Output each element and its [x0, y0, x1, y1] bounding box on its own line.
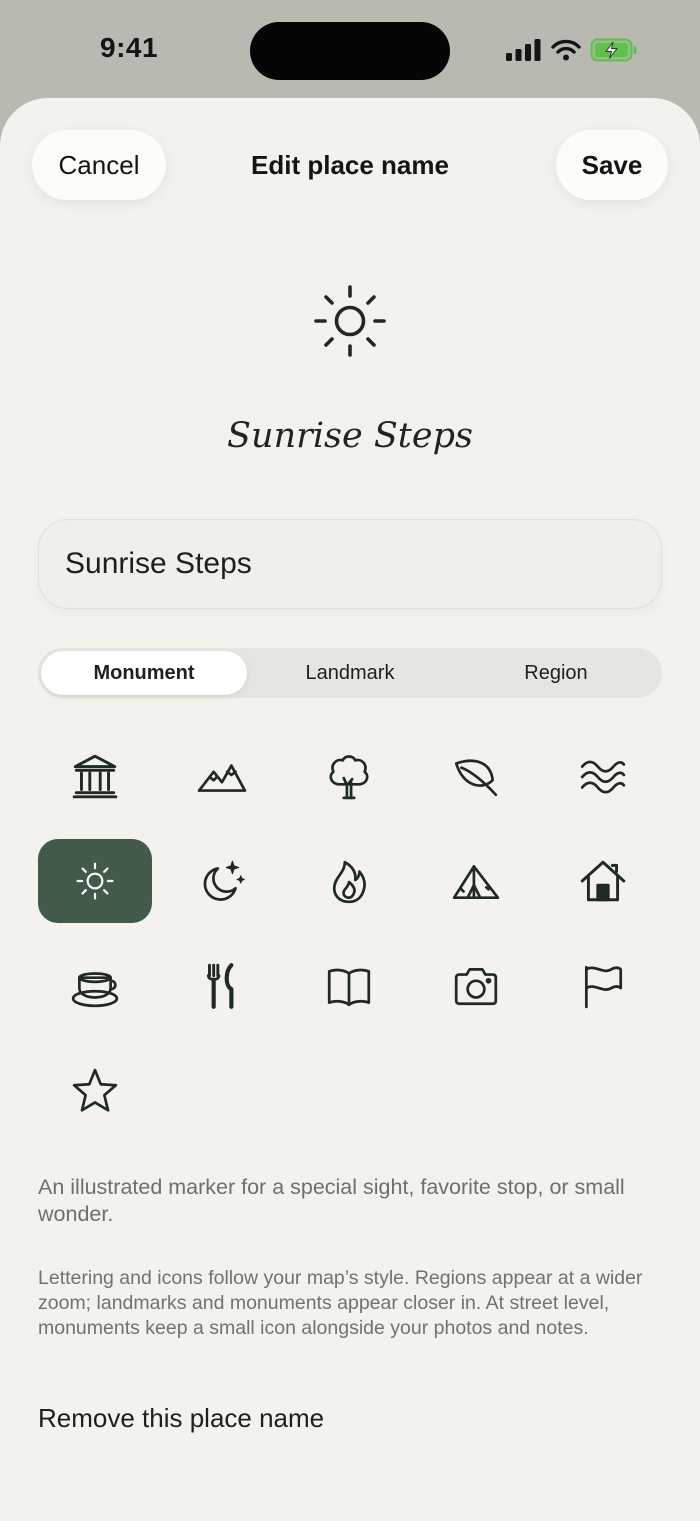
icon-option-mountains[interactable]: [165, 734, 279, 818]
sun-icon: [76, 862, 114, 900]
icon-option-star[interactable]: [38, 1049, 152, 1133]
icon-option-teacup[interactable]: [38, 944, 152, 1028]
status-bar: 9:41: [0, 0, 700, 100]
icon-option-camera[interactable]: [419, 944, 533, 1028]
camera-icon: [454, 967, 498, 1006]
icon-option-tent[interactable]: [419, 839, 533, 923]
status-time: 9:41: [100, 32, 159, 63]
dynamic-island: [250, 22, 450, 80]
icon-option-moon-stars[interactable]: [165, 839, 279, 923]
place-type-segmented-control: Monument Landmark Region: [38, 648, 662, 698]
place-name-preview: Sunrise Steps: [227, 416, 473, 456]
icon-option-flame[interactable]: [292, 839, 406, 923]
segment-region[interactable]: Region: [453, 651, 659, 695]
place-name-input[interactable]: Sunrise Steps: [38, 519, 662, 609]
edit-place-sheet: Cancel Edit place name Save Sunrise Step…: [0, 98, 700, 1521]
bank-icon: [72, 754, 118, 799]
tree-icon: [329, 755, 369, 800]
icon-option-bank[interactable]: [38, 734, 152, 818]
tent-icon: [452, 865, 500, 900]
leaf-icon: [454, 759, 498, 797]
segment-landmark[interactable]: Landmark: [247, 651, 453, 695]
cellular-signal-icon: [506, 39, 541, 61]
icon-option-leaf[interactable]: [419, 734, 533, 818]
sun-icon: [314, 285, 386, 357]
remove-place-name-button[interactable]: Remove this place name: [38, 1403, 324, 1434]
flame-icon: [332, 860, 366, 904]
style-note: Lettering and icons follow your map’s st…: [38, 1267, 643, 1339]
icon-picker-grid: [38, 734, 678, 1133]
teacup-icon: [71, 972, 119, 1008]
icon-option-house[interactable]: [546, 839, 660, 923]
moon-stars-icon: [203, 860, 245, 901]
book-icon: [327, 968, 371, 1007]
save-button[interactable]: Save: [556, 130, 668, 200]
icon-option-book[interactable]: [292, 944, 406, 1028]
mountains-icon: [197, 764, 247, 792]
segment-monument[interactable]: Monument: [41, 651, 247, 695]
battery-charging-icon: [590, 38, 637, 62]
place-type-description: An illustrated marker for a special sigh…: [38, 1175, 625, 1226]
waves-icon: [580, 760, 626, 794]
wifi-icon: [551, 39, 581, 61]
icon-option-sun[interactable]: [38, 839, 152, 923]
fork-knife-icon: [207, 963, 234, 1009]
icon-option-fork-knife[interactable]: [165, 944, 279, 1028]
icon-option-tree[interactable]: [292, 734, 406, 818]
status-icons: [506, 38, 638, 62]
icon-option-waves[interactable]: [546, 734, 660, 818]
flag-icon: [584, 965, 623, 1009]
house-icon: [580, 860, 626, 902]
star-icon: [72, 1068, 118, 1112]
icon-option-flag[interactable]: [546, 944, 660, 1028]
